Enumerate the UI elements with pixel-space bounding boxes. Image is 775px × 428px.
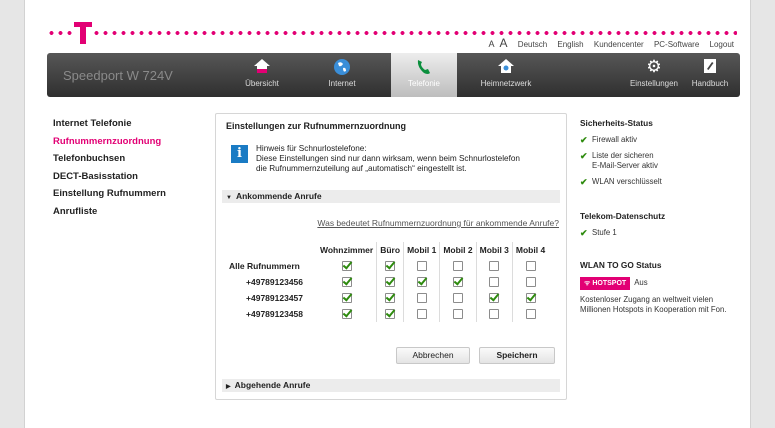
assignment-checkbox[interactable] bbox=[416, 261, 427, 272]
assignment-checkbox[interactable] bbox=[416, 309, 427, 320]
wifi-icon: ᯤ bbox=[584, 280, 591, 287]
assignment-checkbox[interactable] bbox=[385, 309, 396, 320]
sidebar-item-anrufliste[interactable]: Anrufliste bbox=[53, 206, 166, 217]
info-icon: i bbox=[231, 145, 248, 163]
font-size-small-link[interactable]: A bbox=[489, 39, 495, 49]
assignment-checkbox[interactable] bbox=[341, 261, 352, 272]
home-network-icon bbox=[496, 58, 516, 76]
assignment-table: Wohnzimmer Büro Mobil 1 Mobil 2 Mobil 3 … bbox=[226, 242, 549, 322]
sidebar-item-internet-telefonie[interactable]: Internet Telefonie bbox=[53, 118, 166, 129]
gear-icon: ⚙ bbox=[646, 57, 662, 76]
assignment-checkbox[interactable] bbox=[385, 261, 396, 272]
column-header: Büro bbox=[376, 242, 404, 258]
assignment-checkbox[interactable] bbox=[341, 309, 352, 320]
table-row: Alle Rufnummern bbox=[226, 258, 549, 274]
row-label: Alle Rufnummern bbox=[229, 261, 300, 271]
assignment-checkbox[interactable] bbox=[525, 309, 536, 320]
main-navbar: Speedport W 724V Übersicht Internet Tele… bbox=[47, 53, 740, 97]
row-label: +49789123457 bbox=[246, 293, 303, 303]
assignment-checkbox[interactable] bbox=[525, 261, 536, 272]
page: AA Deutsch English Kundencenter PC-Softw… bbox=[24, 0, 751, 428]
phone-icon bbox=[414, 58, 434, 76]
security-status-title: Sicherheits-Status bbox=[580, 118, 653, 128]
cancel-button[interactable]: Abbrechen bbox=[396, 347, 470, 364]
assignment-checkbox[interactable] bbox=[416, 293, 427, 304]
row-label: +49789123456 bbox=[246, 277, 303, 287]
wlan-description: Kostenloser Zugang an weltweit vielen Mi… bbox=[580, 295, 727, 314]
chevron-right-icon: ▶ bbox=[226, 384, 231, 390]
help-link[interactable]: Was bedeutet Rufnummernzuordnung für ank… bbox=[317, 218, 559, 228]
checkmark-icon: ✔ bbox=[580, 151, 588, 161]
top-links: AA Deutsch English Kundencenter PC-Softw… bbox=[481, 36, 734, 50]
incoming-calls-section-toggle[interactable]: ▼ Ankommende Anrufe bbox=[222, 190, 560, 203]
assignment-checkbox[interactable] bbox=[452, 309, 463, 320]
assignment-checkbox[interactable] bbox=[489, 293, 500, 304]
assignment-checkbox[interactable] bbox=[341, 277, 352, 288]
nav-handbuch[interactable]: Handbuch bbox=[677, 53, 743, 97]
assignment-checkbox[interactable] bbox=[385, 293, 396, 304]
row-label: +49789123458 bbox=[246, 309, 303, 319]
nav-uebersicht[interactable]: Übersicht bbox=[229, 53, 295, 97]
table-header-row: Wohnzimmer Büro Mobil 1 Mobil 2 Mobil 3 … bbox=[226, 242, 549, 258]
status-item: ✔ Stufe 1 bbox=[580, 228, 617, 238]
checkmark-icon: ✔ bbox=[580, 177, 588, 187]
save-button[interactable]: Speichern bbox=[479, 347, 555, 364]
manual-icon bbox=[700, 58, 720, 76]
logout-link[interactable]: Logout bbox=[710, 40, 734, 49]
sidebar-item-rufnummernzuordnung[interactable]: Rufnummernzuordnung bbox=[53, 136, 166, 147]
sidebar-item-dect-basisstation[interactable]: DECT-Basisstation bbox=[53, 171, 166, 182]
privacy-title: Telekom-Datenschutz bbox=[580, 211, 666, 221]
assignment-checkbox[interactable] bbox=[452, 261, 463, 272]
english-link[interactable]: English bbox=[557, 40, 583, 49]
assignment-checkbox[interactable] bbox=[525, 293, 536, 304]
home-icon bbox=[252, 58, 272, 76]
nav-telefonie[interactable]: Telefonie bbox=[391, 53, 457, 97]
chevron-down-icon: ▼ bbox=[226, 195, 232, 201]
status-item: ✔ WLAN verschlüsselt bbox=[580, 177, 662, 187]
assignment-checkbox[interactable] bbox=[489, 261, 500, 272]
outgoing-calls-section-toggle[interactable]: ▶ Abgehende Anrufe bbox=[222, 379, 560, 392]
column-header: Mobil 1 bbox=[403, 242, 440, 258]
checkmark-icon: ✔ bbox=[580, 228, 588, 238]
nav-heimnetzwerk[interactable]: Heimnetzwerk bbox=[473, 53, 539, 97]
assignment-checkbox[interactable] bbox=[341, 293, 352, 304]
kundencenter-link[interactable]: Kundencenter bbox=[594, 40, 644, 49]
panel-title: Einstellungen zur Rufnummernzuordnung bbox=[226, 121, 406, 131]
sidebar-item-einstellung-rufnummern[interactable]: Einstellung Rufnummern bbox=[53, 188, 166, 199]
sidebar-item-telefonbuchsen[interactable]: Telefonbuchsen bbox=[53, 153, 166, 164]
globe-icon bbox=[332, 58, 352, 76]
right-sidebar: Sicherheits-Status ✔ Firewall aktiv ✔ List… bbox=[580, 118, 740, 315]
telekom-t-logo bbox=[73, 18, 93, 48]
assignment-checkbox[interactable] bbox=[385, 277, 396, 288]
column-header: Mobil 4 bbox=[511, 242, 549, 258]
left-sidebar: Internet Telefonie Rufnummernzuordnung T… bbox=[53, 118, 166, 223]
column-header: Mobil 3 bbox=[475, 242, 513, 258]
info-note: Hinweis für Schnurlostelefone: Diese Ein… bbox=[256, 144, 520, 173]
assignment-checkbox[interactable] bbox=[452, 293, 463, 304]
column-header: Mobil 2 bbox=[439, 242, 477, 258]
table-row: +49789123457 bbox=[226, 290, 549, 306]
hotspot-badge: ᯤ HOTSPOT bbox=[580, 277, 631, 290]
pc-software-link[interactable]: PC-Software bbox=[654, 40, 699, 49]
column-header: Wohnzimmer bbox=[320, 245, 374, 255]
status-item: ✔ Liste der sicheren E-Mail-Server aktiv bbox=[580, 151, 658, 170]
checkmark-icon: ✔ bbox=[580, 135, 588, 145]
table-row: +49789123458 bbox=[226, 306, 549, 322]
assignment-checkbox[interactable] bbox=[525, 277, 536, 288]
deutsch-link[interactable]: Deutsch bbox=[518, 40, 547, 49]
assignment-checkbox[interactable] bbox=[416, 277, 427, 288]
assignment-checkbox[interactable] bbox=[452, 277, 463, 288]
assignment-checkbox[interactable] bbox=[489, 277, 500, 288]
nav-internet[interactable]: Internet bbox=[309, 53, 375, 97]
hotspot-status: ᯤ HOTSPOT Aus bbox=[580, 277, 740, 290]
font-size-large-link[interactable]: A bbox=[500, 36, 508, 50]
table-row: +49789123456 bbox=[226, 274, 549, 290]
wlan-to-go-title: WLAN TO GO Status bbox=[580, 260, 662, 270]
status-item: ✔ Firewall aktiv bbox=[580, 135, 638, 145]
logo-dots bbox=[47, 31, 737, 35]
assignment-checkbox[interactable] bbox=[489, 309, 500, 320]
device-name: Speedport W 724V bbox=[63, 68, 173, 83]
settings-panel: Einstellungen zur Rufnummernzuordnung i … bbox=[215, 113, 567, 400]
